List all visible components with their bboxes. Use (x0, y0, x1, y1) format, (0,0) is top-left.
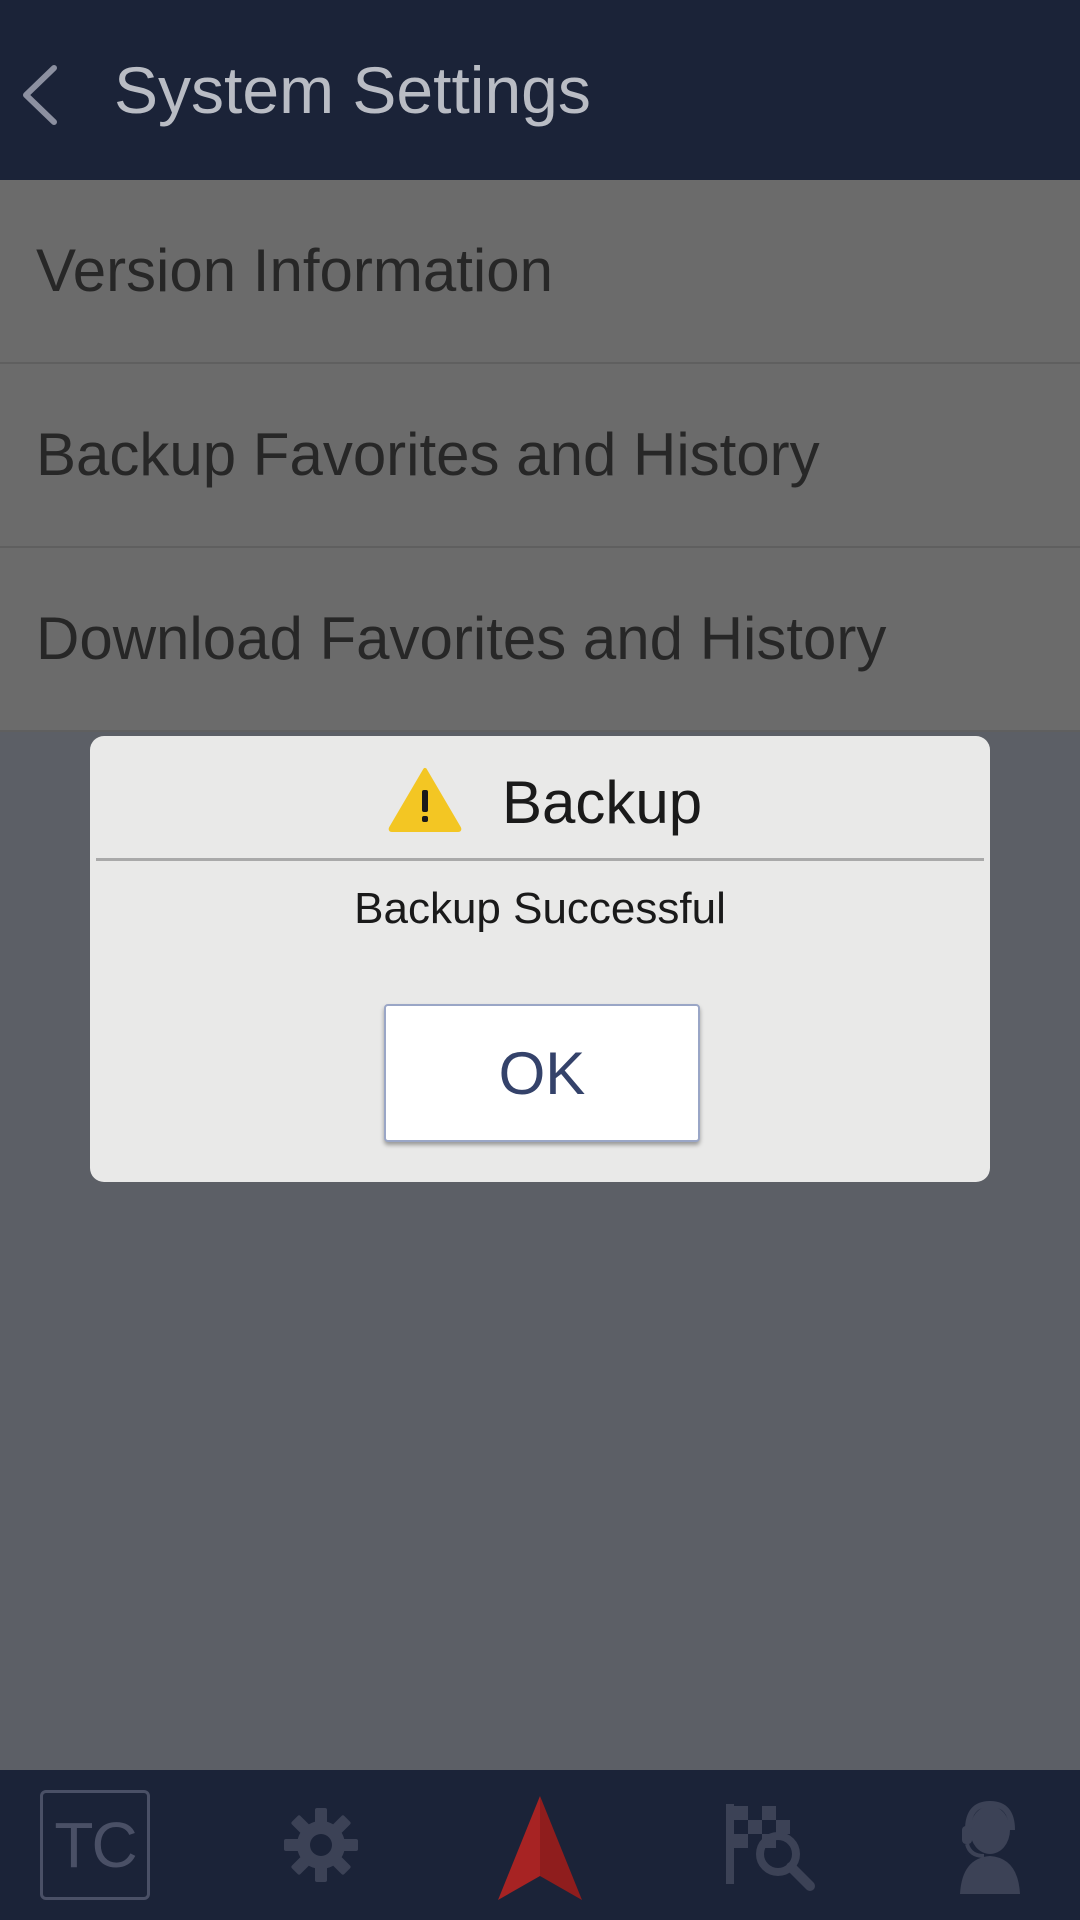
page-title: System Settings (114, 53, 591, 127)
dialog-message: Backup Successful (354, 884, 726, 933)
nav-search-button[interactable] (680, 1770, 880, 1920)
dialog-title: Backup (502, 769, 703, 836)
gear-icon (284, 1808, 358, 1882)
nav-settings-button[interactable] (220, 1770, 420, 1920)
checkered-flag-search-icon (726, 1804, 815, 1891)
list-item-label: Version Information (36, 237, 553, 304)
settings-list: Version Information Backup Favorites and… (0, 180, 1080, 732)
ok-button[interactable]: OK (384, 1004, 700, 1142)
warning-icon (388, 768, 462, 832)
nav-tc-button[interactable]: TC (0, 1770, 190, 1920)
back-button[interactable] (0, 40, 80, 140)
list-item-download-favorites[interactable]: Download Favorites and History (0, 548, 1080, 732)
tc-icon: TC (40, 1790, 150, 1900)
bottom-nav: TC (0, 1770, 1080, 1920)
nav-support-button[interactable] (900, 1770, 1080, 1920)
backup-dialog: Backup Backup Successful OK (90, 736, 990, 1182)
navigation-arrow-icon (498, 1796, 582, 1900)
support-agent-icon (960, 1800, 1020, 1894)
app-header: System Settings (0, 0, 1080, 180)
dialog-header: Backup (96, 736, 984, 861)
list-item-backup-favorites[interactable]: Backup Favorites and History (0, 364, 1080, 548)
chevron-left-icon (23, 65, 57, 125)
list-item-label: Backup Favorites and History (36, 421, 820, 488)
nav-navigation-button[interactable] (440, 1770, 640, 1920)
list-item-version-information[interactable]: Version Information (0, 180, 1080, 364)
list-item-label: Download Favorites and History (36, 605, 887, 672)
